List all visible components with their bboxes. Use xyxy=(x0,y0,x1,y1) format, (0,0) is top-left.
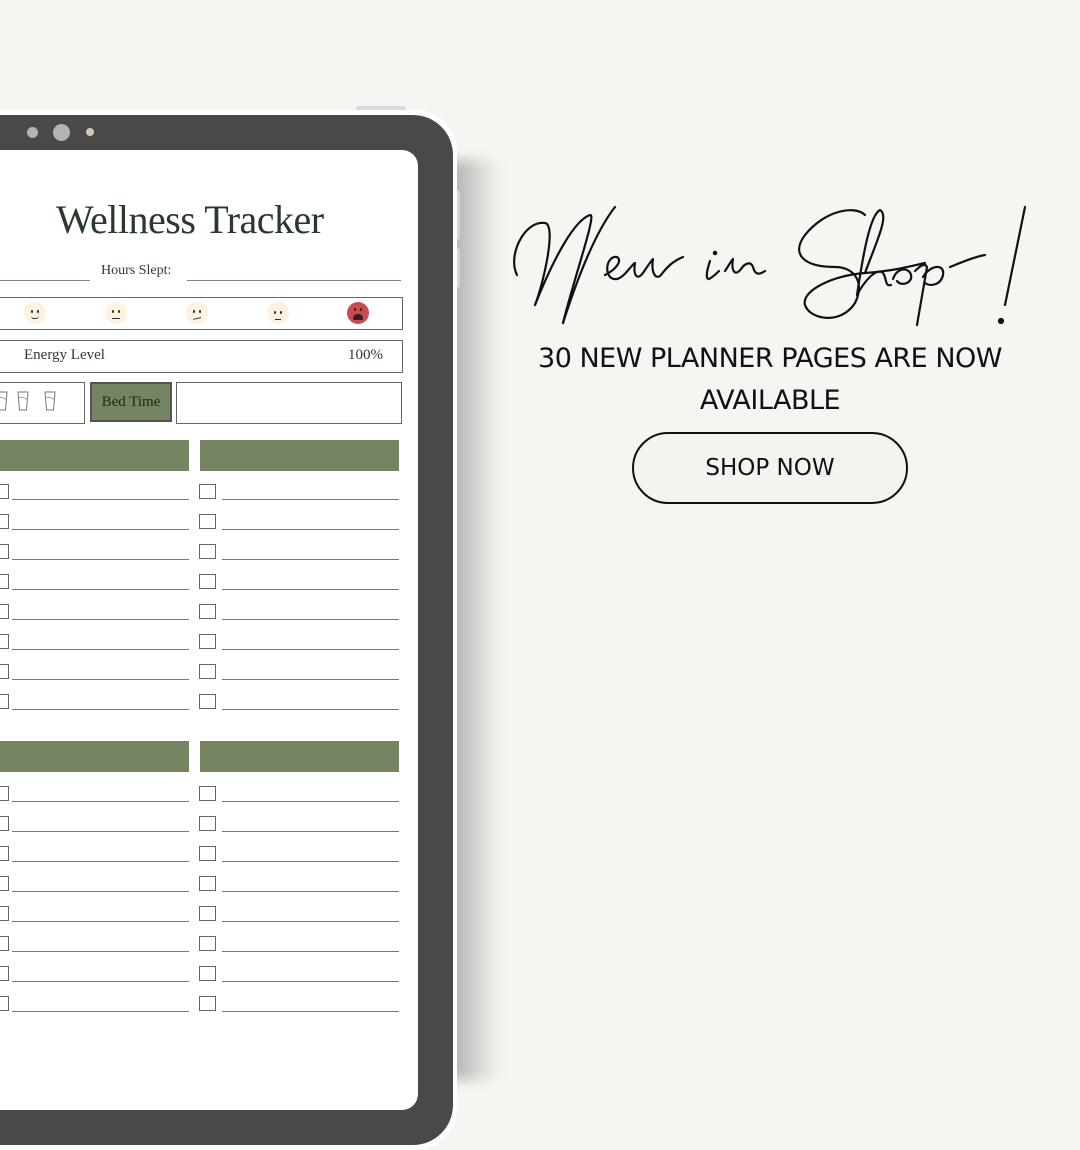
checklist-entry-line[interactable] xyxy=(222,619,399,620)
checklist-checkbox[interactable] xyxy=(0,484,9,499)
checklist-checkbox[interactable] xyxy=(0,694,9,709)
checklist-entry-line[interactable] xyxy=(222,861,399,862)
checklist-entry-line[interactable] xyxy=(12,921,189,922)
tired-face-icon[interactable] xyxy=(267,302,289,324)
checklist-checkbox[interactable] xyxy=(0,604,9,619)
checklist-checkbox[interactable] xyxy=(199,694,216,709)
checklist-entry-line[interactable] xyxy=(12,891,189,892)
section-1-header-left xyxy=(0,440,189,471)
checklist-checkbox[interactable] xyxy=(199,514,216,529)
checklist-entry-line[interactable] xyxy=(222,951,399,952)
checklist-checkbox[interactable] xyxy=(0,664,9,679)
happy-face-icon[interactable] xyxy=(24,302,46,324)
checklist-entry-line[interactable] xyxy=(222,801,399,802)
new-in-shop-headline: New in Shop! xyxy=(513,205,1027,327)
checklist-entry-line[interactable] xyxy=(12,861,189,862)
checklist-entry-line[interactable] xyxy=(12,951,189,952)
water-glass-icon[interactable] xyxy=(17,390,29,412)
checklist-checkbox[interactable] xyxy=(0,816,9,831)
hours-slept-label: Hours Slept: xyxy=(101,263,172,278)
weary-face-icon[interactable] xyxy=(347,302,369,324)
water-glass-icon[interactable] xyxy=(44,390,56,412)
checklist-entry-line[interactable] xyxy=(12,499,189,500)
checklist-entry-line[interactable] xyxy=(222,1011,399,1012)
checklist-entry-line[interactable] xyxy=(222,679,399,680)
checklist-checkbox[interactable] xyxy=(0,514,9,529)
checklist-entry-line[interactable] xyxy=(222,499,399,500)
checklist-entry-line[interactable] xyxy=(12,679,189,680)
bed-time-label: Bed Time xyxy=(90,382,172,422)
neutral-face-icon[interactable] xyxy=(105,302,127,324)
shop-now-button[interactable]: SHOP NOW xyxy=(632,432,908,504)
hours-slept-field[interactable] xyxy=(187,280,401,281)
checklist-checkbox[interactable] xyxy=(199,936,216,951)
checklist-checkbox[interactable] xyxy=(199,876,216,891)
checklist-checkbox[interactable] xyxy=(0,846,9,861)
checklist-checkbox[interactable] xyxy=(199,996,216,1011)
checklist-entry-line[interactable] xyxy=(12,831,189,832)
confused-face-icon[interactable] xyxy=(186,302,208,324)
checklist-entry-line[interactable] xyxy=(222,921,399,922)
checklist-checkbox[interactable] xyxy=(0,966,9,981)
section-2-header-left xyxy=(0,741,189,772)
section-1-header-right xyxy=(200,440,399,471)
energy-level-label: Energy Level xyxy=(24,347,105,363)
checklist-entry-line[interactable] xyxy=(222,981,399,982)
checklist-checkbox[interactable] xyxy=(199,816,216,831)
checklist-checkbox[interactable] xyxy=(199,906,216,921)
checklist-entry-line[interactable] xyxy=(222,891,399,892)
checklist-entry-line[interactable] xyxy=(12,529,189,530)
checklist-checkbox[interactable] xyxy=(199,574,216,589)
checklist-checkbox[interactable] xyxy=(199,664,216,679)
promo-subtitle: 30 NEW PLANNER PAGES ARE NOW AVAILABLE xyxy=(530,338,1010,422)
water-glass-icon[interactable] xyxy=(0,390,8,412)
page-title: Wellness Tracker xyxy=(56,197,324,242)
water-tracker xyxy=(0,382,85,424)
checklist-entry-line[interactable] xyxy=(12,801,189,802)
checklist-checkbox[interactable] xyxy=(199,634,216,649)
sensor-dot-icon xyxy=(86,128,94,136)
checklist-entry-line[interactable] xyxy=(222,831,399,832)
checklist-entry-line[interactable] xyxy=(12,1011,189,1012)
checklist-entry-line[interactable] xyxy=(12,589,189,590)
checklist-entry-line[interactable] xyxy=(222,649,399,650)
checklist-checkbox[interactable] xyxy=(199,604,216,619)
checklist-entry-line[interactable] xyxy=(12,709,189,710)
checklist-checkbox[interactable] xyxy=(199,966,216,981)
checklist-checkbox[interactable] xyxy=(199,786,216,801)
section-2-header-right xyxy=(200,741,399,772)
checklist-checkbox[interactable] xyxy=(199,544,216,559)
camera-dot-icon xyxy=(27,127,38,138)
checklist-checkbox[interactable] xyxy=(0,544,9,559)
promo-subtitle-line-1: 30 NEW PLANNER PAGES ARE NOW xyxy=(538,343,1002,374)
bed-time-field[interactable] xyxy=(176,382,402,424)
checklist-checkbox[interactable] xyxy=(199,484,216,499)
checklist-entry-line[interactable] xyxy=(12,649,189,650)
checklist-checkbox[interactable] xyxy=(0,906,9,921)
checklist-entry-line[interactable] xyxy=(222,709,399,710)
checklist-checkbox[interactable] xyxy=(0,936,9,951)
checklist-entry-line[interactable] xyxy=(222,589,399,590)
checklist-entry-line[interactable] xyxy=(12,981,189,982)
checklist-entry-line[interactable] xyxy=(12,619,189,620)
checklist-checkbox[interactable] xyxy=(0,634,9,649)
checklist-checkbox[interactable] xyxy=(0,996,9,1011)
checklist-entry-line[interactable] xyxy=(222,559,399,560)
checklist-entry-line[interactable] xyxy=(12,559,189,560)
camera-lens-icon xyxy=(53,124,70,141)
energy-level-value: 100% xyxy=(348,347,383,363)
promo-subtitle-line-2: AVAILABLE xyxy=(699,385,841,416)
checklist-checkbox[interactable] xyxy=(199,846,216,861)
checklist-checkbox[interactable] xyxy=(0,876,9,891)
date-line[interactable] xyxy=(0,280,90,281)
checklist-checkbox[interactable] xyxy=(0,574,9,589)
checklist-entry-line[interactable] xyxy=(222,529,399,530)
checklist-checkbox[interactable] xyxy=(0,786,9,801)
